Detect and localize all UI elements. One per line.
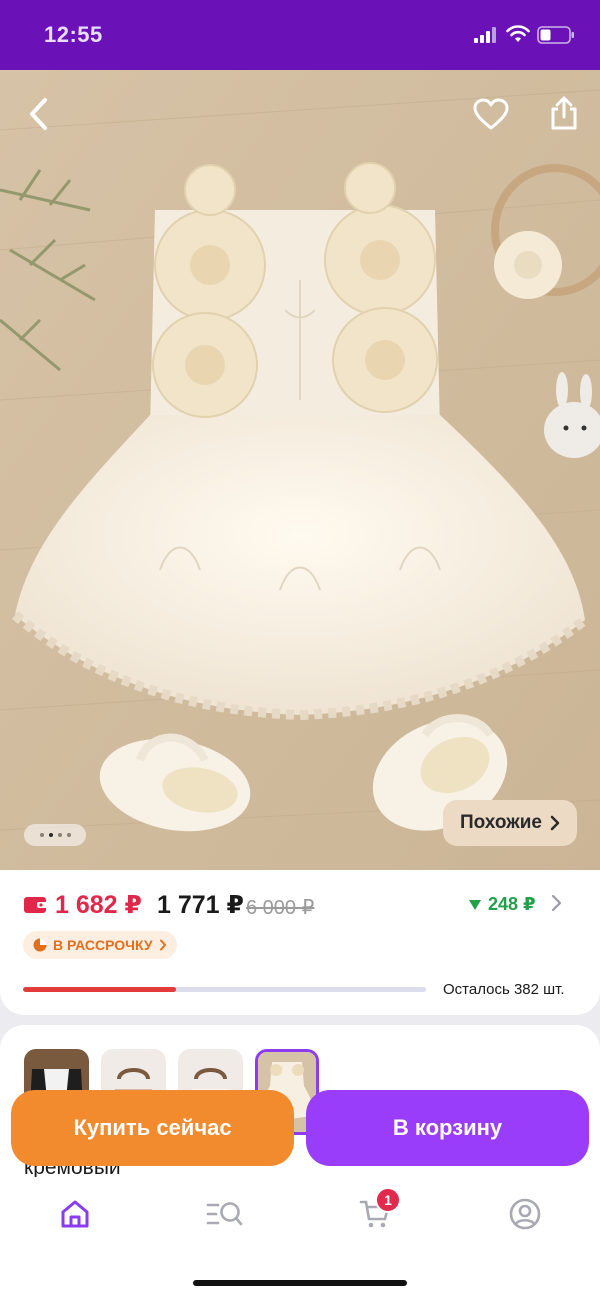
stock-progress-bar	[23, 987, 426, 992]
home-indicator	[193, 1280, 407, 1286]
cashback-value: 248 ₽	[488, 894, 536, 914]
gallery-dot-active	[48, 833, 53, 837]
product-photo	[0, 70, 600, 870]
profile-icon	[509, 1198, 541, 1230]
cart-count-badge: 1	[375, 1187, 401, 1213]
nav-home[interactable]	[50, 1194, 100, 1234]
share-button[interactable]	[542, 90, 586, 136]
gallery-pagination	[24, 824, 86, 846]
battery-icon	[537, 26, 574, 44]
chevron-right-icon	[159, 939, 166, 951]
price-card: 1 682 ₽ 1 771 ₽ 6 000 ₽ 248 ₽ В РАССРОЧК…	[0, 870, 600, 1015]
nav-profile[interactable]	[500, 1194, 550, 1234]
card-price: 1 682 ₽	[55, 891, 142, 919]
signal-icon	[474, 27, 496, 43]
installment-label: В РАССРОЧКУ	[53, 937, 153, 953]
stock-remaining: Осталось 382 шт.	[443, 981, 565, 998]
nav-catalog[interactable]	[200, 1194, 250, 1234]
old-price: 6 000 ₽	[246, 897, 315, 919]
back-button[interactable]	[16, 92, 60, 136]
chevron-right-icon[interactable]	[551, 894, 563, 912]
chevron-right-icon	[550, 815, 560, 831]
share-icon	[551, 96, 577, 130]
price: 1 771 ₽	[157, 891, 244, 919]
product-image-gallery[interactable]: Похожие	[0, 70, 600, 870]
triangle-down-icon	[469, 899, 481, 910]
buy-now-button[interactable]: Купить сейчас	[11, 1090, 294, 1166]
add-to-cart-button[interactable]: В корзину	[306, 1090, 589, 1166]
stock-progress-fill	[23, 987, 177, 992]
similar-label: Похожие	[460, 812, 542, 833]
similar-products-button[interactable]: Похожие	[443, 800, 577, 846]
pie-chart-icon	[33, 938, 47, 952]
bottom-navigation: 1	[0, 1177, 600, 1297]
gallery-dot	[57, 833, 62, 837]
status-time: 12:55	[44, 22, 103, 47]
home-icon	[61, 1200, 89, 1228]
heart-icon	[473, 98, 509, 130]
installment-badge[interactable]: В РАССРОЧКУ	[23, 931, 177, 959]
status-bar: 12:55	[0, 0, 600, 70]
catalog-search-icon	[206, 1202, 243, 1226]
wallet-card-icon	[24, 897, 48, 913]
cashback[interactable]: 248 ₽	[468, 894, 536, 915]
wifi-icon	[506, 25, 530, 42]
chevron-left-icon	[30, 98, 47, 130]
gallery-dot	[66, 833, 71, 837]
favorite-button[interactable]	[468, 92, 514, 136]
gallery-dot	[39, 833, 44, 837]
